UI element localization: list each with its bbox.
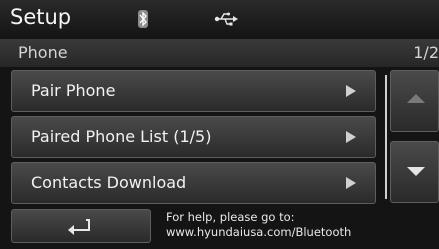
section-bar: Phone 1/2 — [0, 39, 439, 67]
page-title: Setup — [10, 5, 72, 29]
scroll-divider — [385, 75, 387, 199]
menu-item-label: Paired Phone List (1/5) — [31, 127, 212, 146]
chevron-right-icon — [346, 177, 356, 189]
arrow-down-icon — [407, 167, 425, 176]
menu-item-label: Contacts Download — [31, 173, 187, 192]
scroll-down-button[interactable] — [390, 141, 439, 203]
page-indicator: 1/2 — [413, 43, 439, 62]
back-button[interactable] — [11, 209, 151, 243]
section-title: Phone — [18, 43, 68, 62]
menu-item-paired-phone-list[interactable]: Paired Phone List (1/5) — [11, 116, 376, 158]
chevron-right-icon — [346, 131, 356, 143]
return-arrow-icon — [64, 217, 94, 239]
chevron-right-icon — [346, 85, 356, 97]
title-bar: Setup — [0, 0, 439, 38]
scroll-up-button[interactable] — [390, 70, 439, 132]
help-text: For help, please go to: www.hyundaiusa.c… — [166, 210, 351, 240]
setup-phone-screen: Setup Phone 1/2 Pair Phone Paired Phone … — [0, 0, 439, 249]
usb-icon — [214, 11, 238, 26]
menu-item-contacts-download[interactable]: Contacts Download — [11, 162, 376, 204]
help-url: www.hyundaiusa.com/Bluetooth — [166, 225, 352, 239]
bluetooth-icon — [138, 10, 148, 28]
help-line-1: For help, please go to: — [166, 210, 295, 224]
menu-item-pair-phone[interactable]: Pair Phone — [11, 70, 376, 112]
menu-item-label: Pair Phone — [31, 81, 116, 100]
arrow-up-icon — [407, 94, 425, 103]
